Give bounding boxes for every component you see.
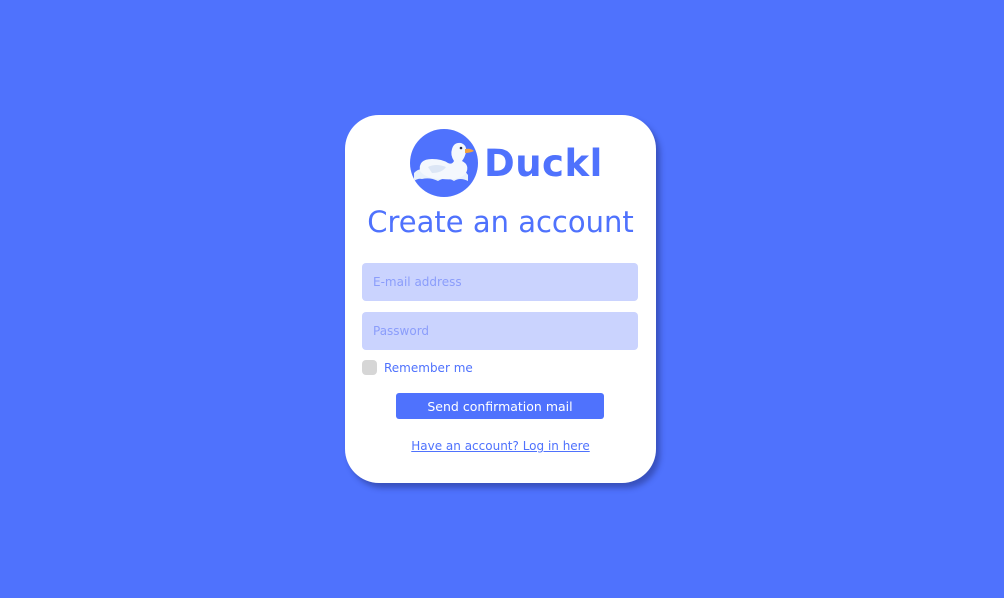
remember-me-label: Remember me (384, 360, 473, 375)
signup-card: Duckl Create an account Remember me Send… (345, 115, 656, 483)
send-confirmation-button[interactable]: Send confirmation mail (396, 393, 604, 419)
email-field[interactable] (362, 263, 638, 301)
login-link[interactable]: Have an account? Log in here (345, 439, 656, 453)
password-field[interactable] (362, 312, 638, 350)
remember-me-checkbox[interactable] (362, 360, 377, 375)
duck-logo-icon (410, 129, 478, 197)
brand: Duckl (410, 129, 603, 197)
remember-me-option[interactable]: Remember me (362, 360, 473, 375)
brand-name: Duckl (484, 141, 603, 185)
page-title: Create an account (367, 205, 634, 239)
